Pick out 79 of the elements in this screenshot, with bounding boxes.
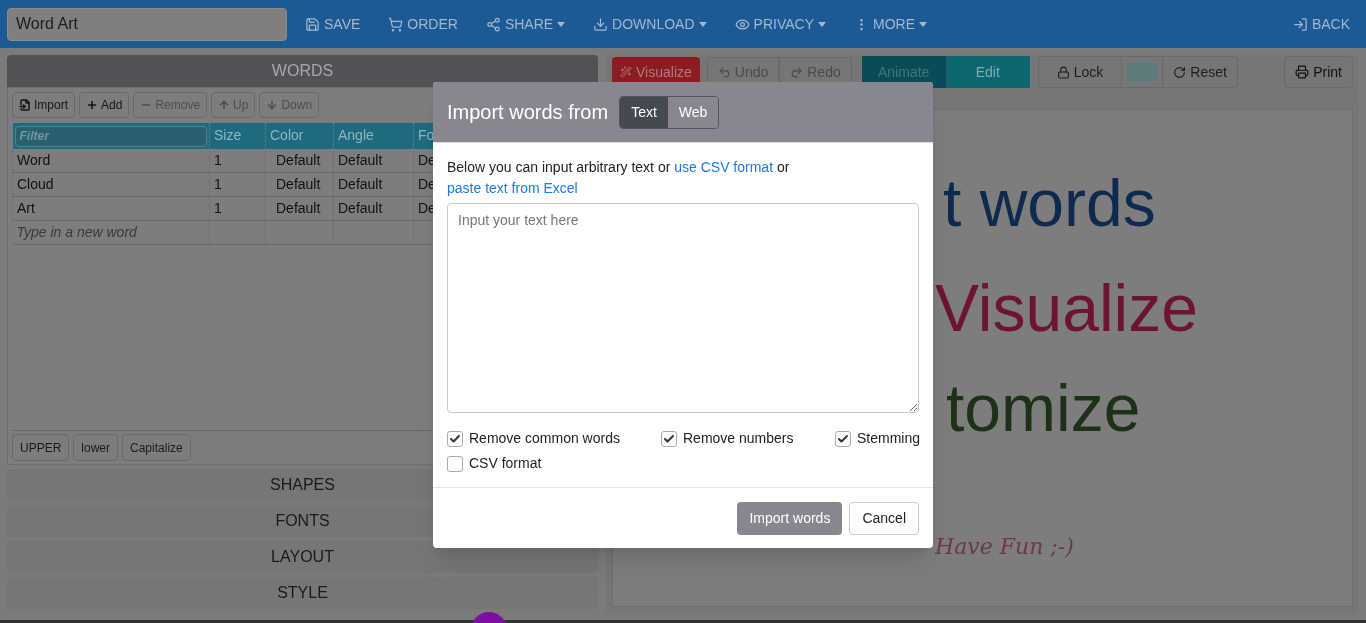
text-input-area[interactable]: Input your text here <box>447 203 919 413</box>
dialog-title: Import words from <box>447 100 609 125</box>
toolbar-button[interactable]: Add <box>79 92 130 118</box>
checkbox[interactable] <box>447 430 463 447</box>
column-header[interactable]: Size <box>209 123 266 149</box>
save-icon <box>305 16 320 32</box>
check-icon <box>449 432 461 445</box>
filter-field[interactable]: Filter <box>14 125 207 147</box>
table-cell: Art <box>12 196 210 221</box>
cloud-word: t words <box>943 170 1156 236</box>
table-cell: Default <box>333 196 414 221</box>
option-checkbox[interactable]: Remove numbers <box>661 428 835 449</box>
table-cell: 1 <box>209 172 266 197</box>
table-cell: Default <box>333 148 414 173</box>
nav-menu-item[interactable]: SHARE <box>485 13 566 35</box>
reset-icon <box>1173 65 1187 79</box>
arrow-down-icon <box>266 99 279 111</box>
undo-icon <box>717 65 731 79</box>
toolbar-button[interactable]: Import <box>12 92 75 118</box>
cloud-word: Have Fun ;-) <box>935 533 1074 561</box>
cloud-word: Visualize <box>935 275 1198 341</box>
check-icon <box>663 432 675 445</box>
option-checkbox[interactable]: Remove common words <box>447 428 661 449</box>
words-panel-header: WORDS <box>7 55 598 87</box>
nav-menu-item[interactable]: DOWNLOAD <box>593 13 707 35</box>
cart-icon <box>388 16 404 32</box>
arrow-up-icon <box>218 99 231 111</box>
section-header[interactable]: LAYOUT <box>7 541 598 573</box>
nav-menu-item[interactable]: ORDER <box>388 13 458 35</box>
exit-icon <box>1292 16 1308 32</box>
case-button[interactable]: UPPER <box>12 434 70 461</box>
checkbox[interactable] <box>447 455 463 472</box>
column-header[interactable]: Color <box>265 123 334 149</box>
check-icon <box>837 432 849 445</box>
table-cell: Default <box>265 196 334 221</box>
print-button[interactable]: Print <box>1284 56 1353 88</box>
title-field[interactable]: Word Art <box>7 7 287 41</box>
eye-icon <box>734 16 750 32</box>
table-cell: Default <box>265 172 334 197</box>
reset-button[interactable]: Reset <box>1163 57 1237 87</box>
caret-icon <box>557 21 566 27</box>
caret-icon <box>818 21 826 27</box>
new-word-field[interactable]: Type in a new word <box>16 222 205 243</box>
wand-icon <box>620 66 632 78</box>
lock-icon <box>1056 65 1070 79</box>
case-button[interactable]: lower <box>73 434 119 461</box>
cancel-button[interactable]: Cancel <box>849 501 919 535</box>
import-icon <box>19 99 31 111</box>
cloud-word: tomize <box>946 375 1141 441</box>
import-words-button[interactable]: Import words <box>737 501 843 535</box>
checkbox[interactable] <box>835 430 851 447</box>
plus-icon <box>86 99 98 111</box>
table-cell: Word <box>12 148 210 173</box>
source-tab[interactable]: Text <box>620 96 668 128</box>
back-button[interactable]: BACK <box>1292 13 1350 35</box>
redo-icon <box>790 65 804 79</box>
checkbox[interactable] <box>661 430 677 447</box>
lock-button[interactable]: Lock <box>1038 57 1122 87</box>
share-icon <box>485 16 501 32</box>
intro-link[interactable]: use CSV format <box>674 159 774 175</box>
section-header[interactable]: STYLE <box>7 577 598 609</box>
table-cell: 1 <box>209 196 266 221</box>
mode-tab[interactable]: Edit <box>945 56 1030 88</box>
nav-menu-item[interactable]: PRIVACY <box>734 13 826 35</box>
case-button[interactable]: Capitalize <box>122 434 191 461</box>
caret-icon <box>698 21 707 27</box>
nav-menu-item[interactable]: MORE <box>854 13 927 35</box>
table-cell: Cloud <box>12 172 210 197</box>
table-cell: 1 <box>209 148 266 173</box>
intro-link[interactable]: paste text from Excel <box>447 180 578 196</box>
option-checkbox[interactable]: Stemming <box>835 428 921 449</box>
caret-icon <box>919 21 927 27</box>
download-icon <box>593 16 609 32</box>
dialog-intro: Below you can input arbitrary text or use CSV format or paste text from Excel <box>447 158 791 198</box>
nav-menu-item[interactable]: SAVE <box>305 13 361 35</box>
printer-icon <box>1295 65 1310 79</box>
column-header[interactable]: Angle <box>333 123 414 149</box>
table-cell: Default <box>265 148 334 173</box>
table-cell: Default <box>333 172 414 197</box>
